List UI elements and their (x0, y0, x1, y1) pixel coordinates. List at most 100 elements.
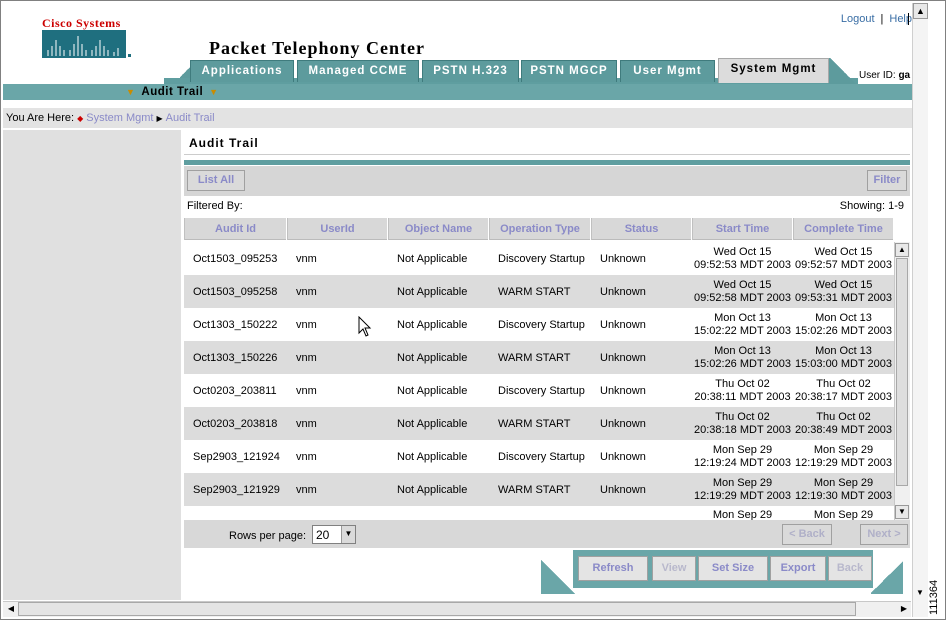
view-button[interactable]: View (652, 556, 696, 581)
start-clock: 09:52:58 MDT 2003 (693, 291, 792, 304)
scroll-down-icon[interactable]: ▼ (913, 586, 927, 600)
column-header-object-name[interactable]: Object Name (388, 218, 489, 240)
tab-user-mgmt[interactable]: User Mgmt (620, 60, 715, 82)
rows-per-page-select[interactable]: 20 ▼ (312, 525, 356, 544)
showing-count: Showing: 1-9 (839, 200, 904, 212)
cell-start-time: Mon Sep 29 12:19:24 MDT 2003 (692, 440, 793, 473)
diamond-icon: ◆ (77, 113, 84, 123)
start-day: Mon Sep 29 (712, 509, 773, 520)
tab-pstn-mgcp[interactable]: PSTN MGCP (521, 60, 617, 82)
page-back-button[interactable]: < Back (782, 524, 832, 545)
table-row[interactable]: Oct0203_203811 vnm Not Applicable Discov… (184, 374, 894, 407)
start-clock: 15:02:26 MDT 2003 (693, 357, 792, 370)
top-links: Logout | Help (841, 13, 912, 25)
table-scrollbar-thumb[interactable] (896, 258, 908, 486)
cell-operation-type: WARM START (498, 351, 571, 364)
cell-audit-id (184, 506, 287, 520)
cell-start-time: Wed Oct 15 09:52:58 MDT 2003 (692, 275, 793, 308)
cell-object-name: Not Applicable (397, 285, 468, 298)
cell-complete-time: Mon Oct 13 15:02:26 MDT 2003 (793, 308, 894, 341)
scroll-down-icon[interactable]: ▼ (895, 505, 909, 519)
cell-object-name: Not Applicable (397, 417, 468, 430)
end-day: Wed Oct 15 (814, 278, 873, 291)
link-separator-bar (908, 13, 909, 25)
chevron-down-icon[interactable]: ▼ (341, 526, 355, 543)
cell-operation-type: Discovery Startup (498, 318, 585, 331)
end-day: Mon Sep 29 (813, 509, 874, 520)
set-size-button[interactable]: Set Size (698, 556, 768, 581)
start-clock: 12:19:24 MDT 2003 (693, 456, 792, 469)
cell-start-time: Mon Oct 13 15:02:26 MDT 2003 (692, 341, 793, 374)
cell-operation-type: WARM START (498, 285, 571, 298)
cell-status: Unknown (600, 318, 646, 331)
end-clock: 12:19:29 MDT 2003 (794, 456, 893, 469)
refresh-button[interactable]: Refresh (578, 556, 648, 581)
start-day: Thu Oct 02 (715, 377, 770, 390)
column-header-audit-id[interactable]: Audit Id (184, 218, 287, 240)
list-all-button[interactable]: List All (187, 170, 245, 191)
end-clock: 20:38:17 MDT 2003 (794, 390, 893, 403)
cell-audit-id: Sep2903_121929 (193, 483, 280, 496)
breadcrumb-system-mgmt[interactable]: System Mgmt (86, 112, 153, 124)
tab-managed-ccme[interactable]: Managed CCME (297, 60, 419, 82)
table-row[interactable]: Sep2903_121924 vnm Not Applicable Discov… (184, 440, 894, 473)
cell-object-name: Not Applicable (397, 450, 468, 463)
end-day: Thu Oct 02 (816, 410, 871, 423)
scroll-up-icon[interactable]: ▲ (913, 3, 928, 19)
horizontal-scrollbar-thumb[interactable] (18, 602, 856, 616)
window-vertical-scrollbar[interactable] (912, 3, 928, 617)
tab-pstn-h323[interactable]: PSTN H.323 (422, 60, 519, 82)
scroll-up-icon[interactable]: ▲ (895, 243, 909, 257)
sub-nav-label: Audit Trail (141, 86, 204, 98)
scroll-right-icon[interactable]: ▶ (897, 602, 911, 616)
column-header-start-time[interactable]: Start Time (692, 218, 793, 240)
table-row[interactable]: Oct1303_150222 vnm Not Applicable Discov… (184, 308, 894, 341)
table-body: Oct1503_095253 vnm Not Applicable Discov… (184, 242, 894, 520)
cell-audit-id: Oct1303_150226 (193, 351, 278, 364)
title-divider (184, 154, 910, 155)
start-day: Wed Oct 15 (713, 245, 772, 258)
cell-complete-time: Mon Oct 13 15:03:00 MDT 2003 (793, 341, 894, 374)
cell-status: Unknown (600, 384, 646, 397)
logout-link[interactable]: Logout (841, 13, 875, 25)
cell-audit-id: Oct0203_203811 (193, 384, 277, 397)
table-row[interactable]: Sep2903_121929 vnm Not Applicable WARM S… (184, 473, 894, 506)
tab-system-mgmt[interactable]: System Mgmt (718, 58, 829, 83)
column-header-complete-time[interactable]: Complete Time (793, 218, 894, 240)
back-button[interactable]: Back (828, 556, 872, 581)
tab-applications[interactable]: Applications (190, 60, 294, 82)
scroll-left-icon[interactable]: ◀ (4, 602, 18, 616)
table-row[interactable]: Oct1303_150226 vnm Not Applicable WARM S… (184, 341, 894, 374)
column-header-userid[interactable]: UserId (287, 218, 388, 240)
cell-complete-time: Mon Sep 29 12:19:30 MDT 2003 (793, 473, 894, 506)
action-tray-right-edge (871, 560, 903, 594)
table-row[interactable]: Oct1503_095258 vnm Not Applicable WARM S… (184, 275, 894, 308)
column-header-operation-type[interactable]: Operation Type (489, 218, 591, 240)
cell-complete-time: Thu Oct 02 20:38:49 MDT 2003 (793, 407, 894, 440)
cell-status (591, 506, 692, 520)
breadcrumb-audit-trail[interactable]: Audit Trail (166, 112, 215, 124)
start-day: Mon Oct 13 (714, 344, 771, 357)
sub-nav-audit-trail[interactable]: ▼ Audit Trail ▼ (126, 84, 219, 100)
cell-complete-time: Wed Oct 15 09:53:31 MDT 2003 (793, 275, 894, 308)
cell-userid: vnm (296, 252, 317, 265)
column-header-status[interactable]: Status (591, 218, 692, 240)
logo-text: Cisco Systems (42, 16, 121, 30)
cell-complete-time: Mon Sep 29 (793, 506, 894, 520)
action-tray-left-edge (541, 560, 575, 594)
cell-audit-id: Oct1503_095253 (193, 252, 278, 265)
page-next-button[interactable]: Next > (860, 524, 908, 545)
end-clock: 15:03:00 MDT 2003 (794, 357, 893, 370)
export-button[interactable]: Export (770, 556, 826, 581)
table-row[interactable]: Oct1503_095253 vnm Not Applicable Discov… (184, 242, 894, 275)
teal-divider (184, 160, 910, 165)
table-row[interactable]: Mon Sep 29 Mon Sep 29 (184, 506, 894, 520)
cell-userid: vnm (296, 285, 317, 298)
user-id: User ID: ga (859, 70, 910, 81)
end-day: Thu Oct 02 (816, 377, 871, 390)
cell-userid: vnm (296, 417, 317, 430)
cell-operation-type: Discovery Startup (498, 384, 585, 397)
table-row[interactable]: Oct0203_203818 vnm Not Applicable WARM S… (184, 407, 894, 440)
end-clock: 15:02:26 MDT 2003 (794, 324, 893, 337)
filter-button[interactable]: Filter (867, 170, 907, 191)
